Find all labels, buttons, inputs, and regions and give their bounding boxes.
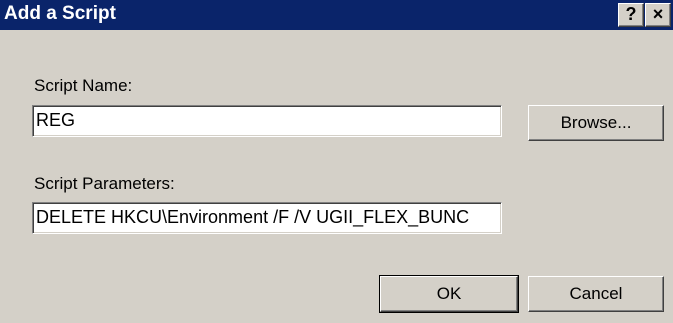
- help-icon: ?: [625, 4, 637, 24]
- browse-button[interactable]: Browse...: [528, 105, 664, 141]
- ok-button[interactable]: OK: [379, 275, 519, 313]
- script-parameters-label: Script Parameters:: [34, 174, 175, 193]
- close-icon: ×: [652, 4, 664, 24]
- script-name-label: Script Name:: [34, 76, 133, 95]
- dialog-title: Add a Script: [4, 3, 116, 24]
- cancel-button[interactable]: Cancel: [528, 276, 664, 312]
- close-button[interactable]: ×: [645, 3, 671, 27]
- title-bar[interactable]: Add a Script ? ×: [0, 0, 673, 30]
- add-script-dialog: Add a Script ? × Script Name: REG Browse…: [0, 0, 673, 323]
- script-parameters-input[interactable]: DELETE HKCU\Environment /F /V UGII_FLEX_…: [32, 202, 502, 234]
- script-name-input[interactable]: REG: [32, 105, 502, 137]
- help-button[interactable]: ?: [618, 3, 644, 27]
